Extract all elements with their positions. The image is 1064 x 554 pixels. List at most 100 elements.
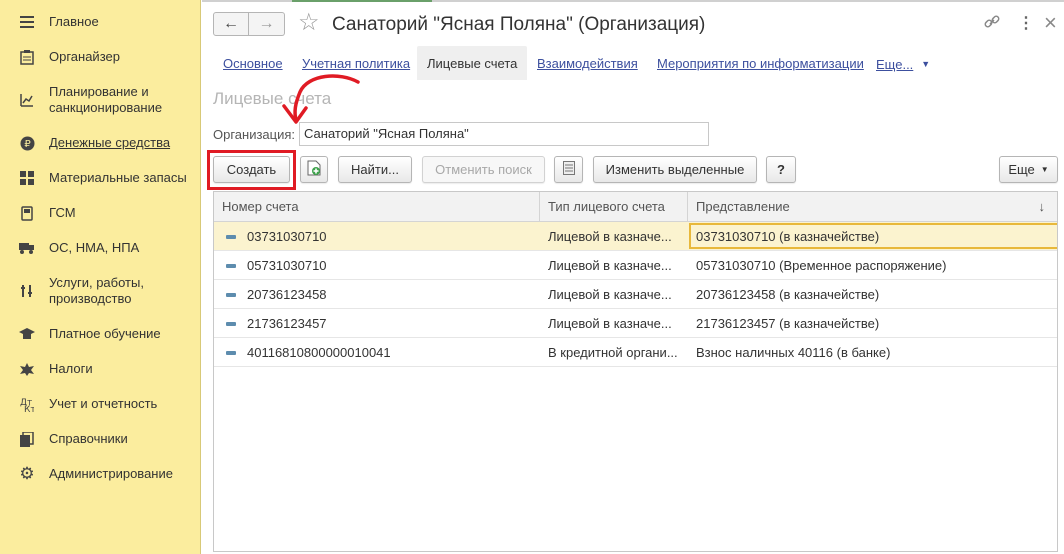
- sidebar: Главное Органайзер Планирование и санкци…: [0, 0, 201, 554]
- sidebar-item-label: ГСМ: [49, 205, 76, 220]
- cell-number: 40116810800000010041: [247, 345, 391, 360]
- cell-number: 20736123458: [247, 287, 327, 302]
- back-button[interactable]: ←: [213, 12, 249, 36]
- sidebar-item-references[interactable]: Справочники: [0, 431, 200, 447]
- cell-type: Лицевой в казначе...: [548, 316, 672, 331]
- sidebar-item-label: Материальные запасы: [49, 170, 187, 185]
- cancel-search-label: Отменить поиск: [435, 162, 532, 177]
- change-selected-label: Изменить выделенные: [605, 162, 745, 177]
- sidebar-item-label: ОС, НМА, НПА: [49, 240, 140, 255]
- cell-type: Лицевой в казначе...: [548, 287, 672, 302]
- column-header-type[interactable]: Тип лицевого счета: [540, 192, 688, 222]
- copy-button[interactable]: [300, 156, 328, 183]
- sidebar-item-label: Справочники: [49, 431, 128, 446]
- cell-repr: 20736123458 (в казначействе): [696, 287, 880, 302]
- sidebar-item-planning[interactable]: Планирование и санкционирование: [0, 84, 200, 116]
- money-icon: ₽: [19, 135, 35, 151]
- cell-repr: 03731030710 (в казначействе): [696, 229, 880, 244]
- sidebar-item-assets[interactable]: ОС, НМА, НПА: [0, 240, 200, 256]
- arrow-left-icon: ←: [223, 15, 239, 32]
- find-button-label: Найти...: [351, 162, 399, 177]
- arrow-right-icon: →: [258, 15, 275, 32]
- sidebar-item-inventory[interactable]: Материальные запасы: [0, 170, 200, 186]
- sidebar-item-label: Платное обучение: [49, 326, 161, 341]
- cell-number: 03731030710: [247, 229, 327, 244]
- svg-text:₽: ₽: [24, 139, 31, 150]
- truck-icon: [19, 240, 35, 256]
- sidebar-item-taxes[interactable]: Налоги: [0, 361, 200, 377]
- sidebar-item-services[interactable]: Услуги, работы, производство: [0, 275, 200, 307]
- organizer-icon: [19, 49, 35, 65]
- change-selected-button[interactable]: Изменить выделенные: [593, 156, 757, 183]
- cell-type: В кредитной органи...: [548, 345, 678, 360]
- cell-number: 21736123457: [247, 316, 327, 331]
- table-row[interactable]: 03731030710 Лицевой в казначе... 0373103…: [214, 222, 1057, 251]
- account-icon: [226, 351, 236, 355]
- help-button[interactable]: ?: [766, 156, 796, 183]
- create-button[interactable]: Создать: [213, 156, 290, 183]
- sidebar-item-label: Услуги, работы, производство: [49, 275, 144, 306]
- annotation-arrow: [282, 74, 360, 124]
- dropdown-arrow-icon: ▼: [1040, 165, 1049, 174]
- create-button-label: Создать: [226, 162, 277, 177]
- tab-it-events[interactable]: Мероприятия по информатизации: [657, 56, 864, 72]
- sidebar-item-education[interactable]: Платное обучение: [0, 326, 200, 342]
- sort-desc-icon[interactable]: ↓: [1039, 192, 1046, 222]
- sidebar-item-label: Администрирование: [49, 466, 173, 481]
- more-label: Еще: [1008, 162, 1035, 177]
- forward-button[interactable]: →: [249, 12, 285, 36]
- inventory-icon: [19, 170, 35, 186]
- more-vertical-icon[interactable]: ⋮: [1018, 13, 1034, 33]
- column-header-number[interactable]: Номер счета: [214, 192, 540, 222]
- cell-number: 05731030710: [247, 258, 327, 273]
- star-icon[interactable]: ☆: [298, 10, 320, 36]
- svg-text:Кт: Кт: [24, 405, 34, 412]
- cancel-search-button[interactable]: Отменить поиск: [422, 156, 545, 183]
- more-button[interactable]: Еще ▼: [999, 156, 1058, 183]
- sidebar-item-label: Планирование и санкционирование: [49, 84, 163, 115]
- list-icon: [562, 161, 575, 178]
- list-settings-button[interactable]: [554, 156, 583, 183]
- fuel-icon: [19, 205, 35, 221]
- sidebar-item-main[interactable]: Главное: [0, 14, 200, 30]
- cell-repr: Взнос наличных 40116 (в банке): [696, 345, 891, 360]
- sidebar-item-accounting[interactable]: Дт Кт Учет и отчетность: [0, 396, 200, 412]
- active-window-indicator: [292, 0, 432, 2]
- sidebar-item-organizer[interactable]: Органайзер: [0, 49, 200, 65]
- gear-icon: ⚙: [19, 464, 35, 483]
- sidebar-item-label: Органайзер: [49, 49, 120, 64]
- sidebar-item-label: Учет и отчетность: [49, 396, 158, 411]
- account-icon: [226, 293, 236, 297]
- tab-more-label: Еще...: [876, 57, 914, 72]
- cell-repr: 05731030710 (Временное распоряжение): [696, 258, 947, 273]
- table-row[interactable]: 21736123457 Лицевой в казначе... 2173612…: [214, 309, 1057, 338]
- tools-icon: [19, 283, 35, 299]
- sidebar-item-money[interactable]: ₽ Денежные средства: [0, 135, 200, 151]
- tax-icon: [19, 361, 35, 377]
- account-icon: [226, 264, 236, 268]
- sidebar-item-label: Денежные средства: [49, 135, 171, 150]
- link-icon[interactable]: [984, 14, 1000, 35]
- column-header-repr-label: Представление: [696, 199, 790, 214]
- dropdown-arrow-icon: ▼: [921, 59, 931, 69]
- table-row[interactable]: 40116810800000010041 В кредитной органи.…: [214, 338, 1057, 367]
- org-field[interactable]: Санаторий "Ясная Поляна": [299, 122, 709, 146]
- sidebar-item-fuel[interactable]: ГСМ: [0, 205, 200, 221]
- column-header-repr[interactable]: Представление ↓: [688, 192, 1057, 222]
- find-button[interactable]: Найти...: [338, 156, 412, 183]
- sidebar-item-admin[interactable]: ⚙ Администрирование: [0, 464, 200, 483]
- tab-interactions[interactable]: Взаимодействия: [537, 56, 638, 72]
- sidebar-item-label: Налоги: [49, 361, 93, 376]
- tab-accounts[interactable]: Лицевые счета: [417, 46, 528, 80]
- close-icon[interactable]: ×: [1044, 10, 1057, 36]
- planning-icon: [19, 92, 35, 108]
- cell-type: Лицевой в казначе...: [548, 229, 672, 244]
- account-icon: [226, 235, 236, 239]
- page-title: Санаторий "Ясная Поляна" (Организация): [332, 14, 706, 35]
- table-row[interactable]: 20736123458 Лицевой в казначе... 2073612…: [214, 280, 1057, 309]
- table-row[interactable]: 05731030710 Лицевой в казначе... 0573103…: [214, 251, 1057, 280]
- tab-more[interactable]: Еще... ▼: [876, 56, 930, 73]
- accounting-icon: Дт Кт: [19, 396, 35, 412]
- help-label: ?: [777, 162, 785, 177]
- cell-repr: 21736123457 (в казначействе): [696, 316, 880, 331]
